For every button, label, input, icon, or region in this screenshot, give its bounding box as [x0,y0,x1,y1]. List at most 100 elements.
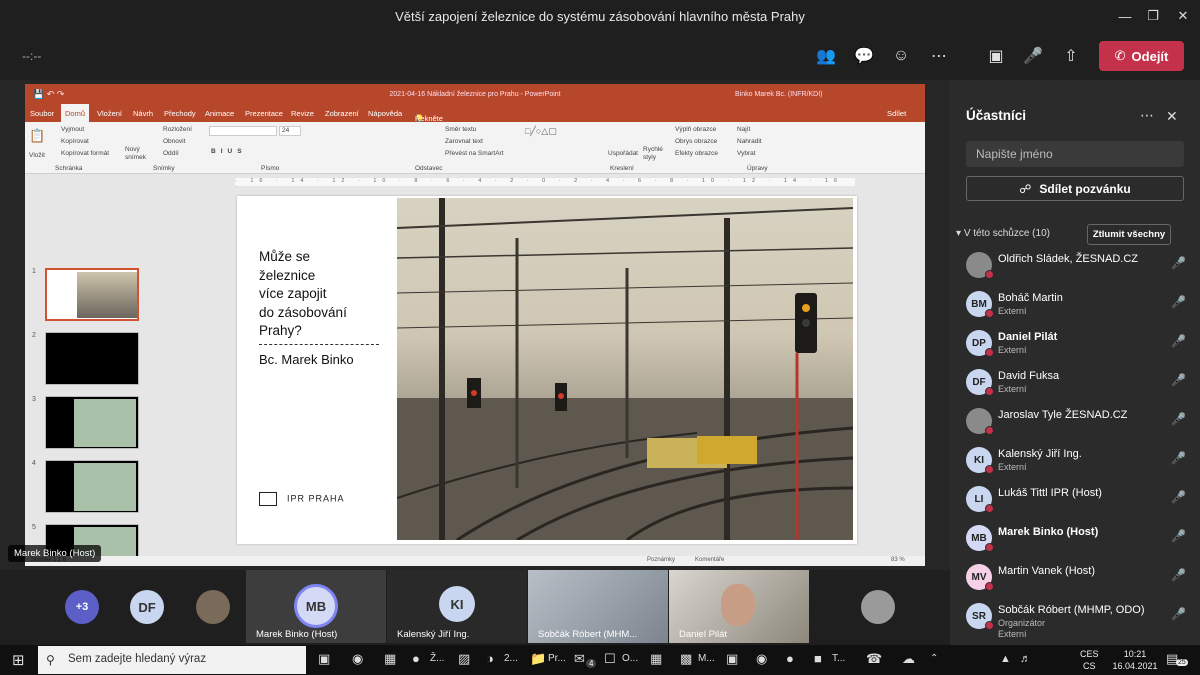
participant-row[interactable]: KI Kalenský Jiří Ing. Externí 🎤 [964,443,1192,479]
more-actions-icon[interactable]: ⋯ [925,42,953,70]
font-style-buttons: BIUS [211,148,247,155]
shape-outline-label: Obrys obrazce [675,138,718,145]
minimize-icon[interactable]: — [1110,0,1140,32]
maximize-icon[interactable]: ❐ [1138,0,1168,32]
slide-line: Prahy? [259,323,302,338]
drawing-group: Kreslení [610,165,634,172]
participant-role: Organizátor [998,618,1046,628]
presence-badge [985,426,994,435]
thumb-slide-1[interactable] [45,268,139,321]
camera-off-icon[interactable]: ▣ [982,42,1010,70]
reactions-icon[interactable]: ☺ [887,42,915,70]
tray-chevron-icon[interactable]: ⌃ [930,653,938,664]
share-screen-icon[interactable]: ⇧ [1057,42,1085,70]
participants-icon[interactable]: 👥 [812,42,840,70]
close-window-icon[interactable]: ✕ [1168,0,1198,32]
current-slide: Může se železnice více zapojit do zásobo… [237,196,857,544]
participant-row[interactable]: MB Marek Binko (Host) 🎤 [964,521,1192,557]
app-icon[interactable]: ◉ [756,651,767,667]
share-invite-label: Sdílet pozvánku [1039,181,1131,196]
leave-button[interactable]: ✆ Odejít [1099,41,1184,71]
language-top: CES [1080,649,1099,659]
whatsapp-icon[interactable]: ☎ [866,651,882,667]
phone-icon: ✆ [1114,48,1126,63]
chat-icon[interactable]: 💬 [850,42,878,70]
mic-muted-icon: 🎤 [1171,607,1186,621]
chevron-down-icon: ▾ [956,228,962,239]
font-size-box: 24 [279,126,301,136]
thumb-slide-4[interactable] [45,460,139,513]
clock[interactable]: 10:21 16.04.2021 [1112,648,1158,672]
zoom-level: 83 % [891,557,905,563]
tab-animations: Animace [205,109,235,118]
presence-badge [985,465,994,474]
app-icon[interactable]: ◉ [352,651,363,667]
language-indicator[interactable]: CES CS [1080,648,1099,672]
close-panel-icon[interactable]: ✕ [1166,108,1178,125]
panel-more-icon[interactable]: ⋯ [1140,107,1154,124]
participant-row[interactable]: SR Sobčák Róbert (MHMP, ODO) Organizátor Ex… [964,599,1192,639]
presence-badge [985,309,994,318]
avatar-mb: MB [294,584,338,628]
volume-icon[interactable]: ♬ [1020,653,1031,665]
calculator-icon[interactable]: ▦ [384,651,396,667]
mic-muted-icon: 🎤 [1171,529,1186,543]
participant-row[interactable]: MV Martin Vanek (Host) 🎤 [964,560,1192,596]
slide-line: do zásobování [259,304,347,320]
presence-badge [985,582,994,591]
mic-off-icon[interactable]: 🎤 [1019,42,1047,70]
participant-row[interactable]: DP Daniel Pilát Externí 🎤 [964,326,1192,362]
twitter-icon[interactable]: ■ [814,651,822,666]
participant-role-2: Externí [998,629,1027,639]
onedrive-icon[interactable]: ☁ [902,651,915,667]
store-icon[interactable]: ▦ [650,651,662,667]
thumb-slide-2[interactable] [45,332,139,385]
taskbar-label: 2... [504,653,518,664]
in-meeting-section[interactable]: ▾ V této schůzce (10) [956,228,1050,239]
task-view-icon[interactable]: ▣ [318,651,330,667]
windows-start-icon[interactable]: ⊞ [12,651,25,669]
participant-row[interactable]: Jaroslav Tyle ŽESNAD.CZ 🎤 [964,404,1192,440]
app-icon[interactable]: ▨ [458,651,470,667]
overflow-count[interactable]: +3 [65,590,99,624]
onenote-icon[interactable]: ▣ [726,651,738,667]
share-invite-button[interactable]: ☍ Sdílet pozvánku [966,176,1184,201]
leave-label: Odejít [1131,48,1169,64]
select-label: Vybrat [737,150,756,157]
teams-icon[interactable]: ▩ [680,651,692,667]
participant-row[interactable]: LI Lukáš Tittl IPR (Host) 🎤 [964,482,1192,518]
layout-label: Rozložení [163,126,192,133]
tile-label: Kalenský Jiří Ing. [397,629,470,640]
ppt-statusbar: Snímek 1 z 6 Poznámky Komentáře 83 % [25,556,925,566]
avatar-ki: KI [439,586,475,622]
presence-badge [985,348,994,357]
paragraph-group: Odstavec [415,165,443,172]
participant-row[interactable]: DF David Fuksa Externí 🎤 [964,365,1192,401]
replace-label: Nahradit [737,138,762,145]
taskbar-label: T... [832,653,846,664]
thumb-slide-3[interactable] [45,396,139,449]
participant-row[interactable]: Oldřich Sládek, ŽESNAD.CZ 🎤 [964,248,1192,284]
tile-label: Daniel Pilát [679,629,728,640]
skype-icon[interactable]: ● [786,651,794,666]
slide-line: více zapojit [259,286,327,301]
presence-badge [985,387,994,396]
font-name-box [209,126,277,136]
mail-icon[interactable]: ✉ [574,651,585,667]
participant-search-input[interactable]: Napište jméno [966,141,1184,167]
mute-all-button[interactable]: Ztlumit všechny [1087,224,1171,245]
ipr-logo-text: IPR PRAHA [287,493,345,504]
chrome-icon[interactable]: ● [412,651,420,666]
outlook-icon[interactable]: ☐ [604,651,616,667]
network-icon[interactable]: ▲ [1000,653,1011,665]
mic-muted-icon: 🎤 [1171,412,1186,426]
presence-badge [985,543,994,552]
folder-icon[interactable]: 📁 [530,651,546,667]
thumb-number: 1 [32,268,36,275]
edge-icon[interactable]: ◑ [486,651,494,666]
smartart-label: Převést na SmartArt [445,150,504,157]
participant-name: Martin Vanek (Host) [998,565,1095,577]
taskbar-search-input[interactable]: Sem zadejte hledaný výraz [38,646,306,674]
participant-row[interactable]: BM Boháč Martin Externí 🎤 [964,287,1192,323]
arrange-label: Uspořádat [608,150,638,157]
